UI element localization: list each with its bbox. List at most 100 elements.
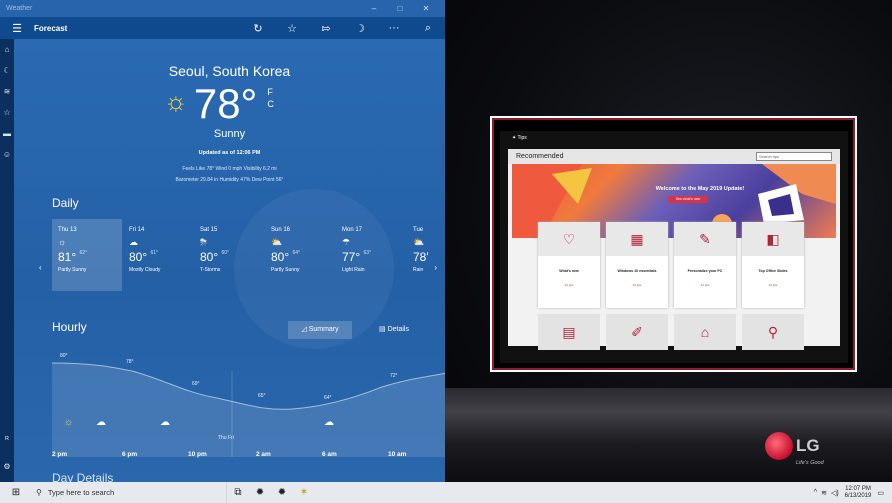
hourly-temp-label: 69° bbox=[192, 381, 200, 387]
app-toolbar: ☰ Forecast ↻ ☆ ⇰ ☽ ··· ⌕ bbox=[0, 17, 445, 39]
day-card[interactable]: Thu 13 ☼ 81° 62° Partly Sunny bbox=[52, 219, 122, 291]
day-name: Tue bbox=[413, 227, 424, 233]
task-view-icon[interactable]: ⧉ bbox=[227, 487, 249, 498]
account-icon[interactable]: ᴿ bbox=[0, 429, 14, 450]
weather-titlebar[interactable]: Weather – □ ✕ bbox=[0, 0, 445, 17]
tile-title: Windows 10 essentials bbox=[617, 269, 657, 273]
day-card[interactable]: Mon 17 ☂ 77° 63° Light Rain bbox=[336, 219, 406, 291]
tips-titlebar: ✦ Tips bbox=[500, 131, 848, 148]
star-icon[interactable]: ☆ bbox=[275, 22, 309, 35]
tile-title: Top Office Slides bbox=[758, 269, 788, 273]
hourly-temp-label: 65° bbox=[258, 393, 266, 399]
home-icon[interactable]: ⌂ bbox=[0, 39, 14, 60]
pen-icon[interactable]: ✐ bbox=[606, 314, 668, 350]
tips-window[interactable]: ✦ Tips Recommended Search tips Welcome t… bbox=[500, 131, 848, 363]
day-low: 64° bbox=[292, 250, 301, 256]
close-icon[interactable]: ✕ bbox=[413, 4, 439, 13]
search-icon[interactable]: ⚲ bbox=[742, 314, 804, 350]
day-high: 80° bbox=[200, 250, 219, 264]
day-name: Thu 13 bbox=[58, 227, 77, 233]
hourly-temp-label: 78° bbox=[126, 359, 134, 365]
news-icon[interactable]: ▬ bbox=[0, 123, 14, 144]
day-condition: T-Storms bbox=[200, 267, 221, 273]
minimize-icon[interactable]: – bbox=[361, 4, 387, 13]
time-label: 6 pm bbox=[122, 451, 138, 458]
lock-icon[interactable]: ⌂ bbox=[674, 314, 736, 350]
day-card[interactable]: Sun 16 ⛅ 80° 64° Partly Sunny bbox=[265, 219, 335, 291]
tip-tile[interactable]: ✎ Personalize your PC 14 tips bbox=[674, 222, 736, 308]
app-icon[interactable]: ✹ bbox=[249, 487, 271, 498]
tips-app: Recommended Search tips Welcome to the M… bbox=[508, 149, 840, 350]
clock[interactable]: 12:07 PM 6/13/2019 bbox=[845, 486, 872, 500]
daily-strip: Thu 13 ☼ 81° 62° Partly Sunny Fri 14 ☁ 8… bbox=[52, 219, 445, 291]
day-name: Mon 17 bbox=[342, 227, 363, 233]
day-temp: 80° 61° bbox=[129, 250, 187, 264]
chevron-right-icon[interactable]: › bbox=[434, 263, 437, 272]
hero-button[interactable]: See what's new bbox=[668, 196, 708, 203]
day-temp: 81° 62° bbox=[58, 250, 116, 264]
unit-c[interactable]: C bbox=[267, 99, 274, 109]
clipboard-icon[interactable]: ▤ bbox=[538, 314, 600, 350]
partly-sunny-icon: ☼ bbox=[58, 237, 67, 247]
current-temp-row: ☼ 78° F C bbox=[164, 82, 274, 126]
tips-title: Tips bbox=[517, 135, 527, 141]
day-condition: Partly Sunny bbox=[271, 267, 300, 273]
maximize-icon[interactable]: □ bbox=[387, 4, 413, 13]
partly-sunny-icon: ⛅ bbox=[271, 237, 283, 247]
tips-search-input[interactable]: Search tips bbox=[756, 152, 832, 161]
day-low: 61° bbox=[150, 250, 159, 256]
network-icon[interactable]: ≋ bbox=[821, 489, 827, 497]
time-label: 6 am bbox=[322, 451, 337, 458]
day-card[interactable]: Sat 15 ⛈ 80° 60° T-Storms bbox=[194, 219, 264, 291]
taskbar: ⊞ ⚲ Type here to search ⧉ ✹ ✹ ✶ ^ ≋ ◁) 1… bbox=[0, 482, 892, 503]
lg-logo-text: LG bbox=[796, 436, 820, 455]
unit-toggle[interactable]: F C bbox=[267, 86, 274, 110]
notification-icon[interactable]: ▭ bbox=[877, 489, 884, 497]
windows-start-icon[interactable]: ⊞ bbox=[0, 487, 32, 498]
heart-icon: ♡ bbox=[538, 222, 600, 256]
system-tray: ^ ≋ ◁) 12:07 PM 6/13/2019 ▭ bbox=[812, 486, 892, 500]
unit-f[interactable]: F bbox=[267, 87, 273, 97]
tip-tile[interactable]: ▦ Windows 10 essentials 14 tips bbox=[606, 222, 668, 308]
tile-link: 14 tips bbox=[768, 283, 778, 287]
day-temp: 77° 63° bbox=[342, 250, 400, 264]
app-icon[interactable]: ✶ bbox=[293, 487, 315, 498]
day-card[interactable]: Tue ⛅ 78' Rain bbox=[407, 219, 445, 291]
hero-title: Welcome to the May 2019 Update! bbox=[655, 186, 745, 192]
tip-tile[interactable]: ♡ What's new 14 tips bbox=[538, 222, 600, 308]
volume-icon[interactable]: ◁) bbox=[831, 489, 839, 497]
window-title: Weather bbox=[6, 5, 33, 12]
gear-icon[interactable]: ⚙ bbox=[0, 456, 14, 477]
tile-title: Personalize your PC bbox=[687, 269, 723, 273]
refresh-icon[interactable]: ↻ bbox=[241, 22, 275, 35]
list-icon: ▤ bbox=[379, 326, 388, 333]
summary-button[interactable]: ◿ Summary bbox=[288, 321, 352, 339]
smiley-icon[interactable]: ☺ bbox=[0, 144, 14, 165]
lg-logo-icon bbox=[765, 432, 793, 460]
details-line-2: Barometer 29.84 in Humidity 47% Dew Poin… bbox=[175, 177, 284, 183]
favorites-icon[interactable]: ☆ bbox=[0, 102, 14, 123]
details-button[interactable]: ▤ Details bbox=[364, 321, 424, 339]
hamburger-icon[interactable]: ☰ bbox=[0, 22, 34, 35]
summary-label: Summary bbox=[308, 326, 339, 333]
current-condition: Sunny bbox=[213, 128, 246, 140]
app-icon[interactable]: ✹ bbox=[271, 487, 293, 498]
day-low: 62° bbox=[79, 250, 88, 256]
day-low: 63° bbox=[363, 250, 372, 256]
tip-tile[interactable]: ◧ Top Office Slides 14 tips bbox=[742, 222, 804, 308]
chevron-left-icon[interactable]: ‹ bbox=[39, 263, 42, 272]
taskbar-search-box[interactable]: ⚲ Type here to search bbox=[32, 482, 227, 503]
hourly-temp-label: 72° bbox=[390, 373, 398, 379]
pin-icon[interactable]: ⇰ bbox=[309, 22, 343, 35]
chevron-up-icon[interactable]: ^ bbox=[814, 489, 817, 496]
forecast-content: Seoul, South Korea ☼ 78° F C Sunny Updat… bbox=[14, 39, 445, 482]
lg-logo: LG bbox=[765, 432, 820, 460]
tile-link: 14 tips bbox=[564, 283, 574, 287]
more-icon[interactable]: ··· bbox=[377, 22, 411, 34]
forecast-icon[interactable]: ☾ bbox=[0, 60, 14, 81]
details-line-1: Feels Like 78° Wind 0 mph Visibility 6.2… bbox=[182, 166, 277, 172]
maps-icon[interactable]: ≋ bbox=[0, 81, 14, 102]
search-icon[interactable]: ⌕ bbox=[411, 22, 445, 35]
day-card[interactable]: Fri 14 ☁ 80° 61° Mostly Cloudy bbox=[123, 219, 193, 291]
moon-icon[interactable]: ☽ bbox=[343, 22, 377, 35]
